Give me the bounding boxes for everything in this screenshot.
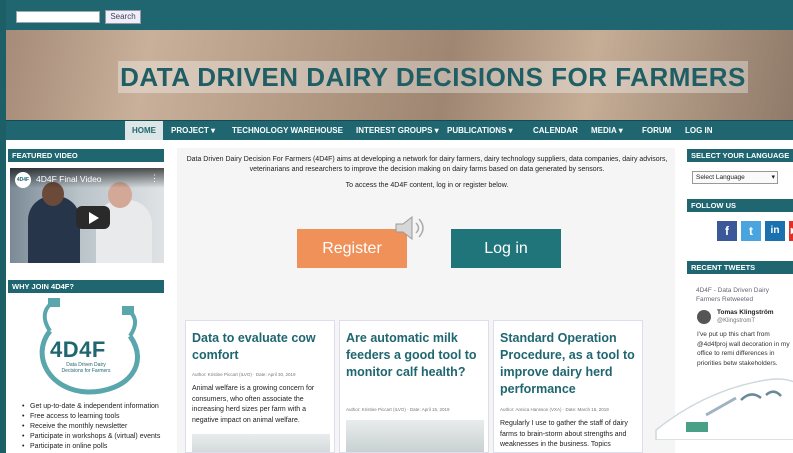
channel-logo-icon: 4D4F	[15, 172, 31, 188]
play-icon[interactable]	[76, 206, 110, 229]
why-join-list: Get up-to-date & independent information…	[22, 402, 160, 452]
language-heading: SELECT YOUR LANGUAGE	[687, 149, 793, 162]
header-banner: DATA DRIVEN DAIRY DECISIONS FOR FARMERS	[6, 30, 793, 120]
main-nav: HOME PROJECT ▾ TECHNOLOGY WAREHOUSE INTE…	[6, 120, 793, 140]
article-title[interactable]: Are automatic milk feeders a good tool t…	[346, 330, 486, 381]
list-item: Participate in workshops & (virtual) eve…	[22, 432, 160, 442]
tweet-author-handle[interactable]: @KlingstromT	[717, 318, 755, 324]
linkedin-icon[interactable]: in	[765, 221, 785, 241]
video-title[interactable]: 4D4F Final Video	[36, 174, 102, 184]
avatar[interactable]	[697, 310, 711, 324]
youtube-icon[interactable]: ▶	[789, 221, 793, 241]
access-text: To access the 4D4F content, log in or re…	[345, 182, 509, 189]
browser-page: Search DATA DRIVEN DAIRY DECISIONS FOR F…	[0, 0, 793, 453]
list-item: Receive the monthly newsletter	[22, 422, 160, 432]
video-person-left	[28, 196, 80, 263]
why-join-heading: WHY JOIN 4D4F?	[8, 280, 164, 293]
article-title[interactable]: Standard Operation Procedure, as a tool …	[500, 330, 640, 398]
speaker-icon	[395, 215, 424, 241]
article-excerpt: Animal welfare is a growing concern for …	[192, 385, 315, 424]
article-card[interactable]: Standard Operation Procedure, as a tool …	[493, 320, 643, 453]
intro-text: Data Driven Dairy Decision For Farmers (…	[186, 156, 668, 173]
retweet-line[interactable]: 4D4F - Data Driven Dairy Farmers Retweet…	[696, 286, 792, 304]
article-meta: Author: Kristine Piccart (ILVO) · Date: …	[192, 372, 296, 377]
nav-media[interactable]: MEDIA ▾	[591, 121, 623, 140]
more-options-icon[interactable]: ⋮	[150, 173, 159, 184]
logo-subtitle: Data Driven Dairy Decisions for Farmers	[61, 362, 111, 374]
nav-calendar[interactable]: CALENDAR	[533, 121, 578, 140]
log-in-button[interactable]: Log in	[451, 229, 561, 268]
register-button[interactable]: Register	[297, 229, 407, 268]
follow-us-heading: FOLLOW US	[687, 199, 793, 212]
facebook-icon[interactable]: f	[717, 221, 737, 241]
article-card[interactable]: Are automatic milk feeders a good tool t…	[339, 320, 489, 453]
nav-technology-warehouse[interactable]: TECHNOLOGY WAREHOUSE	[232, 121, 343, 140]
recent-tweets-heading: RECENT TWEETS	[687, 261, 793, 274]
nav-forum[interactable]: FORUM	[642, 121, 671, 140]
featured-video-heading: FEATURED VIDEO	[8, 149, 164, 162]
language-select[interactable]: Select Language	[692, 171, 778, 184]
search-button[interactable]: Search	[105, 10, 141, 24]
article-card[interactable]: Data to evaluate cow comfort Author: Kri…	[185, 320, 335, 453]
tweet-author-name[interactable]: Tomas Klingström	[717, 309, 774, 316]
pointer-overlay-icon	[655, 378, 793, 440]
article-title[interactable]: Data to evaluate cow comfort	[192, 330, 332, 364]
article-excerpt: Regularly I use to gather the staff of d…	[500, 420, 628, 448]
list-item: Get up-to-date & independent information	[22, 402, 160, 412]
top-bar: Search	[6, 0, 793, 30]
logo-wordmark: 4D4F	[50, 337, 106, 362]
nav-interest-groups[interactable]: INTEREST GROUPS ▾	[356, 121, 439, 140]
article-meta: Author: Kristine Piccart (ILVO) · Date: …	[346, 407, 450, 412]
nav-project[interactable]: PROJECT ▾	[171, 121, 215, 140]
article-image	[192, 434, 330, 452]
article-meta: Author: Annica Hansson (VXA) · Date: Mar…	[500, 407, 609, 412]
list-item: Free access to learning tools	[22, 412, 160, 422]
article-image	[346, 420, 484, 452]
nav-publications[interactable]: PUBLICATIONS ▾	[447, 121, 513, 140]
twitter-icon[interactable]: t	[741, 221, 761, 241]
site-title[interactable]: DATA DRIVEN DAIRY DECISIONS FOR FARMERS	[118, 61, 748, 93]
list-item: Participate in online polls	[22, 442, 160, 452]
nav-home[interactable]: HOME	[125, 121, 163, 140]
search-input[interactable]	[16, 11, 100, 23]
featured-video-player[interactable]: 4D4F 4D4F Final Video ⋮	[10, 168, 164, 263]
nav-log-in[interactable]: LOG IN	[685, 121, 713, 140]
